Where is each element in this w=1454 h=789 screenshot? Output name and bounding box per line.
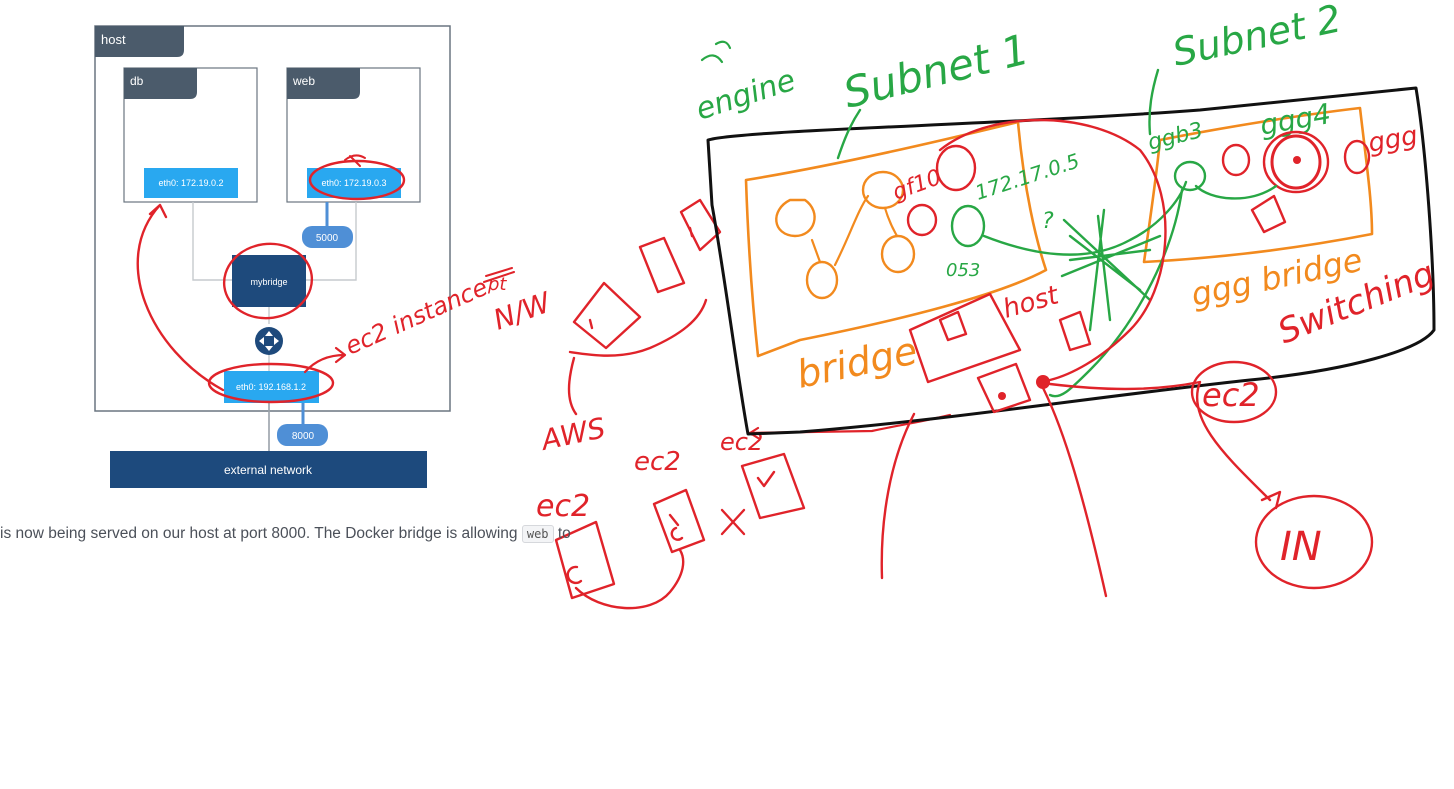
db-label: db — [130, 74, 144, 88]
label-053: 053 — [946, 260, 980, 281]
host-port-label: 8000 — [292, 431, 315, 442]
sub2-red-box — [1250, 194, 1287, 234]
subnet1-box — [744, 120, 1048, 358]
sub2-red-dot — [1293, 156, 1301, 164]
sub1-red-node-2 — [935, 144, 977, 192]
sub1-node-4 — [880, 234, 916, 274]
caption-code: web — [521, 525, 554, 543]
green-link-3 — [1048, 188, 1184, 398]
host-label: host — [101, 32, 126, 47]
external-network-label: external network — [224, 463, 313, 477]
red-down-line-1 — [1038, 380, 1108, 598]
subnet2-text: Subnet 2 — [1169, 0, 1345, 75]
instance-box-c — [740, 452, 806, 520]
x-mark — [720, 508, 746, 536]
caption-line: is now being served on our host at port … — [0, 521, 600, 547]
web-port-label: 5000 — [316, 233, 339, 244]
ec2-box-b — [638, 236, 686, 294]
ec2-circled-text: ec2 — [1202, 376, 1260, 414]
subnet1-text: Subnet 1 — [839, 24, 1034, 117]
diagram-canvas: host db eth0: 172.19.0.2 web eth0: 172.1… — [0, 0, 1440, 610]
green-link-2 — [1194, 184, 1278, 200]
sub1-red-node — [906, 203, 938, 237]
docker-network-diagram: host db eth0: 172.19.0.2 web eth0: 172.1… — [94, 25, 451, 488]
host-box-c — [1058, 310, 1092, 352]
bridge-label: mybridge — [250, 277, 287, 287]
red-down-line-2 — [880, 412, 916, 580]
host-inner-a — [938, 310, 968, 342]
sub1-node-1 — [775, 198, 816, 238]
subnet2-group: Subnet 2 ggb3 ggg4 ggg ggg bridge Switch… — [1142, 0, 1440, 352]
aws-text: AWS — [537, 411, 609, 457]
aws-bracket — [567, 298, 708, 416]
caption-text-before: is now being served on our host at port … — [0, 525, 518, 542]
ec2-text-a: ec2 — [536, 489, 590, 524]
web-eth-label: eth0: 172.19.0.3 — [321, 178, 386, 188]
subnet1-pointer — [836, 108, 862, 160]
instance-box-b — [652, 488, 706, 554]
q-mark: ? — [1042, 209, 1054, 234]
host-box-b — [976, 362, 1032, 414]
sub1-node-2 — [805, 260, 839, 300]
sub2-red-node-1 — [1221, 143, 1251, 177]
host-eth-label: eth0: 192.168.1.2 — [236, 382, 306, 392]
sub2-green-node — [1173, 160, 1207, 192]
sub1-green-node — [950, 204, 986, 248]
caption-text-after: to — [557, 525, 571, 542]
sub1-link-1 — [810, 194, 899, 267]
in-text: IN — [1280, 524, 1322, 570]
subnet2-pointer — [1148, 68, 1160, 136]
db-eth-label: eth0: 172.19.0.2 — [158, 178, 223, 188]
web-label: web — [292, 74, 315, 88]
ggg-text: ggg — [1366, 121, 1420, 159]
router-icon — [255, 327, 283, 355]
ec2-box-a — [572, 281, 642, 350]
engine-partial-a — [700, 40, 732, 64]
ggb3-text: ggb3 — [1145, 118, 1205, 156]
ec2-text-b: ec2 — [634, 447, 681, 477]
host-dot-a — [998, 392, 1006, 400]
under-curve — [574, 548, 685, 610]
engine-text: engine — [692, 63, 800, 128]
